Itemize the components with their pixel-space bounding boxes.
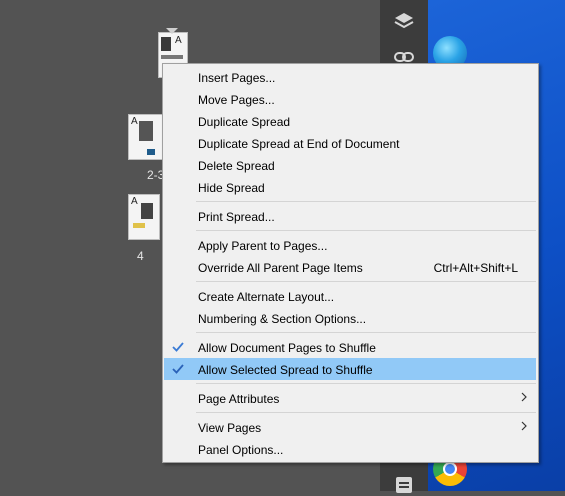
- thumb-parent-letter: A: [175, 35, 182, 46]
- menu-item-create-alternate-layout[interactable]: Create Alternate Layout...: [163, 285, 538, 307]
- checkmark-icon: [172, 364, 184, 374]
- menu-item-insert-pages[interactable]: Insert Pages...: [163, 66, 538, 88]
- menu-item-print-spread[interactable]: Print Spread...: [163, 205, 538, 227]
- layers-icon[interactable]: [393, 10, 415, 32]
- menu-item-move-pages[interactable]: Move Pages...: [163, 88, 538, 110]
- menu-item-view-pages[interactable]: View Pages: [163, 416, 538, 438]
- menu-item-allow-spread-shuffle[interactable]: Allow Selected Spread to Shuffle: [164, 358, 536, 380]
- menu-item-delete-spread[interactable]: Delete Spread: [163, 154, 538, 176]
- thumb-parent-letter: A: [131, 196, 138, 207]
- spread-thumb-2-3[interactable]: A: [128, 114, 164, 160]
- menu-item-panel-options[interactable]: Panel Options...: [163, 438, 538, 460]
- thumb-parent-letter: A: [131, 116, 138, 127]
- page-marker-icon: [166, 28, 178, 34]
- menu-item-override-parent-items[interactable]: Override All Parent Page Items Ctrl+Alt+…: [163, 256, 538, 278]
- page-thumb-4[interactable]: A: [128, 194, 160, 240]
- chevron-right-icon: [521, 421, 527, 431]
- menu-separator: [196, 383, 536, 384]
- menu-item-numbering-section[interactable]: Numbering & Section Options...: [163, 307, 538, 329]
- menu-item-apply-parent[interactable]: Apply Parent to Pages...: [163, 234, 538, 256]
- shortcut-label: Ctrl+Alt+Shift+L: [433, 261, 518, 275]
- text-wrap-icon[interactable]: [393, 474, 415, 496]
- menu-item-duplicate-spread[interactable]: Duplicate Spread: [163, 110, 538, 132]
- chevron-right-icon: [521, 392, 527, 402]
- pages-context-menu: Insert Pages... Move Pages... Duplicate …: [162, 63, 539, 463]
- menu-item-page-attributes[interactable]: Page Attributes: [163, 387, 538, 409]
- menu-item-duplicate-spread-end[interactable]: Duplicate Spread at End of Document: [163, 132, 538, 154]
- menu-separator: [196, 201, 536, 202]
- menu-separator: [196, 332, 536, 333]
- menu-item-allow-document-shuffle[interactable]: Allow Document Pages to Shuffle: [163, 336, 538, 358]
- page-number-4: 4: [137, 249, 144, 263]
- menu-item-hide-spread[interactable]: Hide Spread: [163, 176, 538, 198]
- checkmark-icon: [172, 342, 184, 352]
- menu-separator: [196, 281, 536, 282]
- menu-separator: [196, 412, 536, 413]
- menu-separator: [196, 230, 536, 231]
